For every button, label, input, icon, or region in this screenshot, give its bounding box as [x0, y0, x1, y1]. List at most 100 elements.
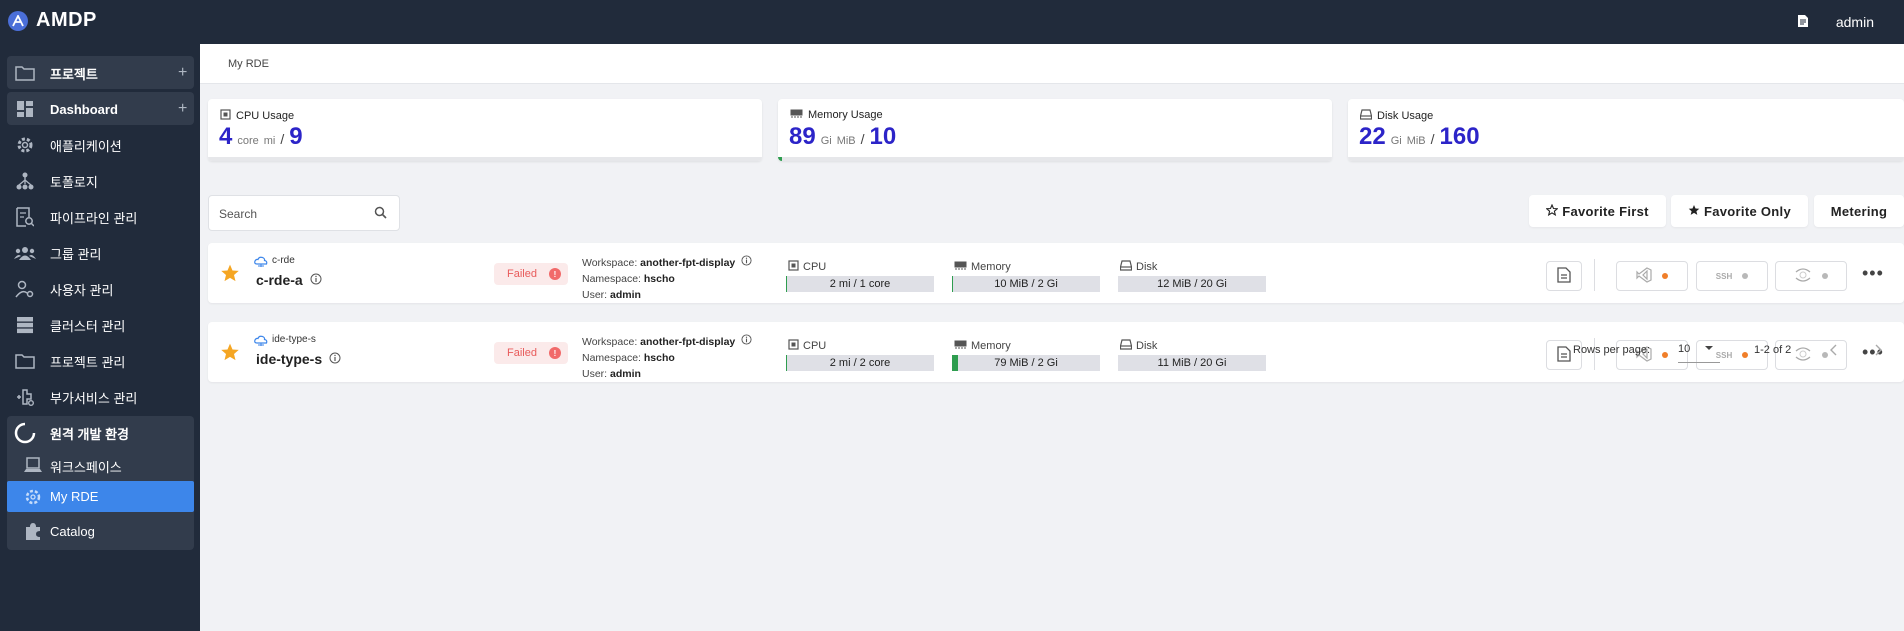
- status-dot: [1822, 352, 1828, 358]
- info-icon[interactable]: [329, 351, 341, 367]
- rde-meta: Workspace: another-fpt-display Namespace…: [582, 255, 752, 303]
- sidebar-item-project-admin[interactable]: 프로젝트 관리: [0, 343, 200, 379]
- memory-value: 79 MiB / 2 Gi: [994, 357, 1058, 369]
- usage-progress-bar: [208, 157, 762, 161]
- topology-icon: [14, 170, 36, 192]
- table-row[interactable]: c-rde c-rde-a Failed ! Workspace: anothe…: [208, 243, 1904, 303]
- user-menu[interactable]: admin: [1836, 14, 1874, 30]
- resource-fill: [952, 355, 958, 371]
- jupyter-button[interactable]: [1775, 261, 1847, 291]
- document-icon[interactable]: [1797, 14, 1808, 30]
- vscode-button[interactable]: [1616, 261, 1688, 291]
- more-options-icon[interactable]: •••: [1862, 263, 1884, 284]
- rde-name[interactable]: ide-type-s: [256, 351, 322, 367]
- resource-fill: [786, 276, 787, 292]
- status-badge: Failed !: [494, 263, 568, 285]
- memory-icon: [790, 109, 803, 121]
- sidebar-item-groups[interactable]: 그룹 관리: [0, 235, 200, 271]
- pipeline-icon: [14, 206, 36, 228]
- main-content: My RDE CPU Usage 4 core mi / 9 Memory Us…: [200, 44, 1904, 631]
- usage-progress-bar: [1348, 157, 1904, 161]
- usage-total: 160: [1439, 123, 1480, 150]
- metering-button[interactable]: Metering: [1814, 195, 1904, 227]
- sidebar-item-applications[interactable]: 애플리케이션: [0, 127, 200, 163]
- cloud-icon: [254, 335, 268, 350]
- rde-kind: c-rde: [272, 255, 295, 266]
- usage-value: 4: [219, 123, 233, 150]
- ssh-button[interactable]: SSH: [1696, 261, 1768, 291]
- jupyter-icon: [1794, 346, 1812, 365]
- memory-icon: [954, 261, 967, 273]
- usage-separator: /: [1430, 131, 1435, 147]
- disk-icon: [1359, 109, 1373, 123]
- sidebar-item-project[interactable]: 프로젝트 +: [0, 55, 200, 91]
- logo-icon: [8, 10, 28, 31]
- jupyter-icon: [1794, 267, 1812, 286]
- sidebar-item-my-rde[interactable]: My RDE: [7, 481, 194, 512]
- rde-name[interactable]: c-rde-a: [256, 272, 303, 288]
- folder-icon: [14, 62, 36, 84]
- usage-unit: Gi: [820, 135, 832, 147]
- memory-usage-card: Memory Usage 89 Gi MiB / 10: [778, 99, 1332, 161]
- laptop-icon: [22, 455, 44, 477]
- chevron-down-icon: [1704, 343, 1714, 356]
- sidebar-item-users[interactable]: 사용자 관리: [0, 271, 200, 307]
- cpu-resource: CPU 2 mi / 2 core: [786, 339, 934, 371]
- info-icon[interactable]: [310, 272, 322, 288]
- sidebar-item-topology[interactable]: 토폴로지: [0, 163, 200, 199]
- vscode-icon: [1636, 266, 1652, 286]
- search-input[interactable]: Search: [208, 195, 400, 231]
- usage-subunit: MiB: [836, 135, 856, 147]
- rows-per-page-select[interactable]: 10: [1678, 339, 1720, 363]
- info-icon[interactable]: [741, 255, 752, 271]
- spinner-icon: [14, 422, 36, 444]
- memory-resource: Memory 10 MiB / 2 Gi: [952, 260, 1100, 292]
- status-badge: Failed !: [494, 342, 568, 364]
- cpu-value: 2 mi / 1 core: [829, 278, 891, 290]
- sidebar-item-workspace[interactable]: 워크스페이스: [0, 448, 200, 484]
- usage-progress-fill: [778, 157, 783, 161]
- rde-meta: Workspace: another-fpt-display Namespace…: [582, 334, 752, 382]
- sidebar-item-clusters[interactable]: 클러스터 관리: [0, 307, 200, 343]
- gear-icon: [22, 486, 44, 508]
- disk-icon: [1119, 339, 1133, 353]
- usage-subunit: MiB: [1406, 135, 1426, 147]
- next-page-icon[interactable]: [1874, 344, 1882, 359]
- sidebar-item-dashboard[interactable]: Dashboard +: [0, 91, 200, 127]
- logs-button[interactable]: [1546, 261, 1582, 291]
- disk-resource: Disk 11 MiB / 20 Gi: [1118, 339, 1266, 371]
- favorite-star-icon[interactable]: [220, 263, 240, 286]
- sidebar-item-addon-services[interactable]: 부가서비스 관리: [0, 379, 200, 415]
- app-logo[interactable]: AMDP: [8, 9, 97, 32]
- disk-value: 12 MiB / 20 Gi: [1157, 278, 1227, 290]
- disk-usage-card: Disk Usage 22 Gi MiB / 160: [1348, 99, 1904, 161]
- usage-total: 9: [289, 123, 303, 150]
- status-dot: [1742, 352, 1749, 358]
- cloud-icon: [254, 256, 268, 271]
- user-name: admin: [610, 289, 641, 301]
- divider: [1594, 259, 1595, 291]
- disk-icon: [1119, 260, 1133, 274]
- favorite-star-icon[interactable]: [220, 342, 240, 365]
- favorite-first-button[interactable]: Favorite First: [1529, 195, 1666, 227]
- cpu-resource: CPU 2 mi / 1 core: [786, 260, 934, 292]
- alert-icon: !: [548, 347, 561, 359]
- sidebar-item-pipeline[interactable]: 파이프라인 관리: [0, 199, 200, 235]
- document-icon: [1557, 266, 1571, 286]
- sidebar-item-remote-dev[interactable]: 원격 개발 환경: [0, 415, 200, 451]
- resource-fill: [786, 355, 787, 371]
- status-dot: [1662, 352, 1668, 358]
- search-icon[interactable]: [374, 206, 387, 222]
- disk-resource: Disk 12 MiB / 20 Gi: [1118, 260, 1266, 292]
- folder-icon: [14, 350, 36, 372]
- memory-value: 10 MiB / 2 Gi: [994, 278, 1058, 290]
- add-dashboard-icon[interactable]: +: [178, 100, 187, 118]
- document-icon: [1557, 345, 1571, 365]
- info-icon[interactable]: [741, 334, 752, 350]
- sidebar-item-catalog[interactable]: Catalog: [0, 513, 200, 549]
- cpu-chip-icon: [788, 260, 799, 274]
- prev-page-icon[interactable]: [1830, 344, 1838, 359]
- add-project-icon[interactable]: +: [178, 64, 187, 82]
- usage-progress-bar: [778, 157, 1332, 161]
- favorite-only-button[interactable]: Favorite Only: [1671, 195, 1808, 227]
